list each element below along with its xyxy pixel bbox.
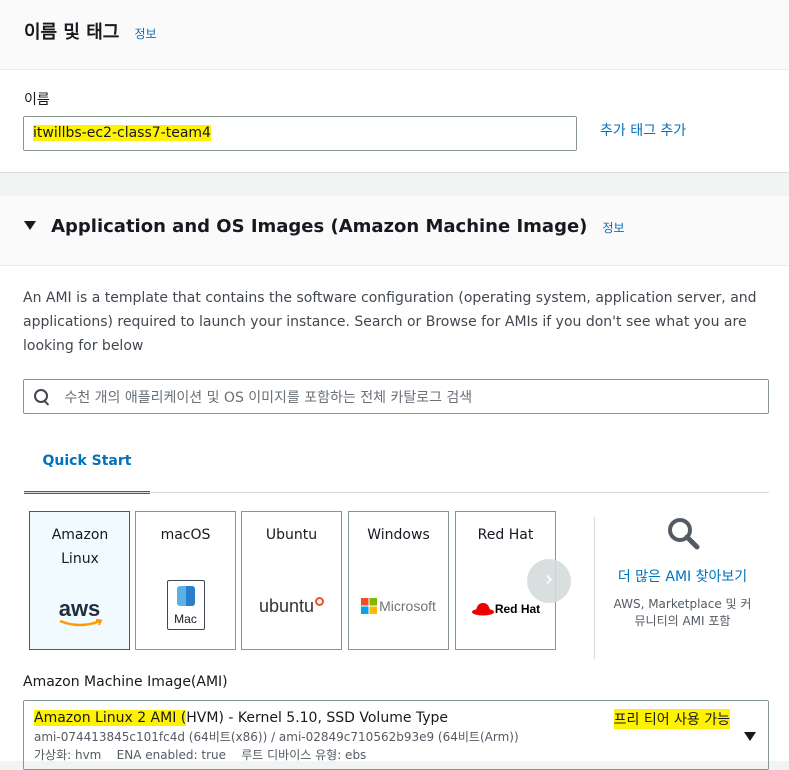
os-tile-ubuntu[interactable]: Ubuntu ubuntu	[241, 511, 342, 650]
tab-divider	[24, 492, 769, 493]
ami-section-title: Application and OS Images (Amazon Machin…	[51, 216, 588, 237]
ami-info-link[interactable]: 정보	[603, 219, 625, 236]
mac-logo-icon: Mac	[136, 580, 235, 634]
os-tile-windows[interactable]: Windows Microsoft	[348, 511, 449, 650]
name-tags-title: 이름 및 태그	[24, 22, 120, 43]
ami-panel: Application and OS Images (Amazon Machin…	[0, 196, 789, 770]
ami-select[interactable]: Amazon Linux 2 AMI (HVM) - Kernel 5.10, …	[23, 700, 769, 770]
chevron-right-icon: ›	[544, 567, 554, 592]
os-tile-macos[interactable]: macOS Mac	[135, 511, 236, 650]
chevron-down-icon[interactable]	[744, 732, 756, 741]
tab-quick-start[interactable]: Quick Start	[24, 436, 150, 494]
name-input[interactable]: itwillbs-ec2-class7-team4	[23, 116, 577, 151]
browse-more-amis-link[interactable]: 더 많은 AMI 찾아보기	[610, 566, 755, 588]
name-tags-panel: 이름 및 태그 정보 이름 itwillbs-ec2-class7-team4 …	[0, 0, 789, 173]
name-label: 이름	[24, 92, 50, 108]
carousel-next-button[interactable]: ›	[527, 559, 571, 603]
os-tile-amazon-linux[interactable]: Amazon Linux aws	[29, 511, 130, 650]
free-tier-badge: 프리 티어 사용 가능	[613, 709, 730, 729]
name-tags-header: 이름 및 태그 정보	[0, 0, 789, 70]
name-tags-info-link[interactable]: 정보	[134, 25, 156, 42]
aws-logo-icon: aws	[30, 598, 129, 629]
tile-label: Windows	[367, 527, 430, 543]
name-value: itwillbs-ec2-class7-team4	[33, 125, 211, 141]
redhat-logo-icon: Red Hat	[456, 600, 555, 617]
tile-label: Ubuntu	[265, 527, 318, 543]
tile-label: Amazon Linux	[51, 527, 109, 567]
browse-more-amis: 더 많은 AMI 찾아보기 AWS, Marketplace 및 커뮤니티의 A…	[610, 516, 755, 630]
ami-header[interactable]: Application and OS Images (Amazon Machin…	[0, 196, 789, 266]
search-icon	[34, 389, 50, 405]
search-placeholder: 수천 개의 애플리케이션 및 OS 이미지를 포함하는 전체 카탈로그 검색	[64, 390, 473, 406]
ubuntu-logo-icon: ubuntu	[242, 596, 341, 617]
tile-label: macOS	[160, 527, 211, 543]
ami-selected-ids: ami-074413845c101fc4d (64비트(x86)) / ami-…	[34, 730, 519, 744]
search-large-icon	[668, 518, 700, 550]
tile-label: Red Hat	[477, 527, 534, 543]
ami-search-input[interactable]: 수천 개의 애플리케이션 및 OS 이미지를 포함하는 전체 카탈로그 검색	[23, 379, 769, 414]
ami-select-label: Amazon Machine Image(AMI)	[23, 674, 228, 690]
caret-down-icon[interactable]	[24, 221, 36, 230]
add-tag-link[interactable]: 추가 태그 추가	[600, 120, 686, 140]
browse-divider	[594, 517, 595, 659]
browse-more-amis-sub: AWS, Marketplace 및 커뮤니티의 AMI 포함	[613, 597, 752, 628]
microsoft-logo-icon: Microsoft	[349, 598, 448, 615]
ami-description: An AMI is a template that contains the s…	[23, 290, 757, 354]
ami-selected-meta: 가상화: hvm ENA enabled: true 루트 디바이스 유형: e…	[34, 748, 367, 762]
